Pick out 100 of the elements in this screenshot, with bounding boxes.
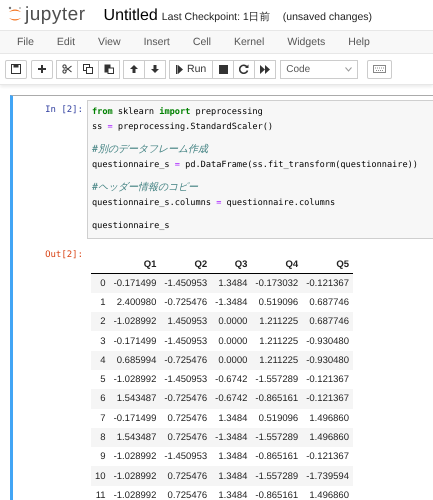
table-cell: 0.725476 <box>160 408 212 428</box>
table-cell: 0.519096 <box>251 408 302 428</box>
table-cell: 1.496860 <box>302 408 353 428</box>
scissors-icon <box>62 64 72 74</box>
add-cell-button[interactable] <box>31 60 53 78</box>
notebook-title[interactable]: Untitled <box>104 0 158 25</box>
code-line: questionnaire_s.columns = questionnaire.columns <box>92 196 336 210</box>
column-header: Q4 <box>251 256 302 273</box>
table-cell: -0.6742 <box>211 370 252 390</box>
restart-button[interactable] <box>233 60 256 78</box>
table-cell: 0.687746 <box>302 292 353 312</box>
row-index: 2 <box>91 312 110 332</box>
table-cell: 1.3484 <box>211 273 252 293</box>
table-cell: 0.725476 <box>160 428 212 448</box>
column-header: Q1 <box>110 256 160 273</box>
table-cell: 1.3484 <box>211 447 252 466</box>
table-cell: -1.450953 <box>160 273 212 293</box>
stop-button[interactable] <box>212 60 234 78</box>
menu-item[interactable]: View <box>98 36 132 48</box>
table-cell: -1.028992 <box>110 370 160 390</box>
table-cell: 0.725476 <box>160 466 212 486</box>
table-cell: -0.171499 <box>110 408 160 428</box>
copy-icon <box>83 64 93 74</box>
save-status: (unsaved changes) <box>282 11 372 23</box>
table-cell: 0.0000 <box>211 312 252 332</box>
table-cell: -1.739594 <box>302 466 353 486</box>
table-cell: -1.557289 <box>251 466 302 486</box>
menu-item[interactable]: Edit <box>56 36 86 48</box>
save-button[interactable] <box>5 60 27 78</box>
move-up-button[interactable] <box>123 60 145 78</box>
table-cell: -1.557289 <box>251 370 302 390</box>
code-line: ss = preprocessing.StandardScaler() <box>92 120 274 134</box>
cut-button[interactable] <box>56 60 78 78</box>
table-cell: 0.685994 <box>110 350 160 370</box>
table-cell: -0.121367 <box>302 447 353 466</box>
cell-type-dropdown[interactable]: Code <box>280 60 358 78</box>
table-cell-text: 1.211225 <box>258 334 300 349</box>
menu-item[interactable]: File <box>17 36 45 48</box>
jupyter-logo[interactable]: jupyter <box>8 4 86 26</box>
table-cell: -0.121367 <box>302 389 353 409</box>
menu-item[interactable]: Widgets <box>287 36 336 48</box>
floppy-icon <box>11 64 21 74</box>
table-cell: 1.496860 <box>302 486 353 500</box>
table-cell: 0.687746 <box>302 312 353 332</box>
table-cell: -0.865161 <box>251 389 302 409</box>
logo-text: jupyter <box>25 4 86 26</box>
table-cell: 0.725476 <box>160 486 212 500</box>
up-arrow-icon <box>129 64 139 74</box>
table-cell: 1.496860 <box>302 428 353 448</box>
notebook-cell[interactable] <box>10 95 433 500</box>
table-cell: -1.3484 <box>211 292 252 312</box>
code-line: questionnaire_s = pd.DataFrame(ss.fit_transform(questionnaire)) <box>92 158 419 172</box>
row-index: 0 <box>91 273 110 293</box>
table-cell: -0.173032 <box>251 273 302 293</box>
down-arrow-icon <box>150 64 160 74</box>
table-cell: 0.519096 <box>251 292 302 312</box>
row-index: 5 <box>91 370 110 390</box>
menu-item[interactable]: Cell <box>192 36 222 48</box>
menu-item[interactable]: Insert <box>144 36 181 48</box>
table-cell: -0.725476 <box>160 350 212 370</box>
table-cell: -0.865161 <box>251 447 302 466</box>
table-cell: -0.725476 <box>160 292 212 312</box>
row-index: 3 <box>99 334 107 349</box>
table-cell: -1.450953 <box>160 447 212 466</box>
table-cell: 1.211225 <box>251 350 302 370</box>
table-cell: 1.450953 <box>160 312 212 332</box>
run-all-button[interactable] <box>254 60 276 78</box>
table-cell: -1.450953 <box>160 370 212 390</box>
output-prompt: Out[2]: <box>44 248 84 262</box>
fast-forward-icon <box>260 64 270 74</box>
table-cell-text: 0.0000 <box>217 334 248 349</box>
copy-button[interactable] <box>77 60 99 78</box>
table-cell: -1.028992 <box>110 312 160 332</box>
table-cell: -0.725476 <box>160 389 212 409</box>
table-cell: -0.6742 <box>211 389 252 409</box>
column-header: Q2 <box>160 256 212 273</box>
keyboard-icon <box>373 65 386 73</box>
menu-item[interactable]: Help <box>348 36 381 48</box>
run-button[interactable]: Run <box>169 60 214 78</box>
table-cell: 1.3484 <box>211 408 252 428</box>
table-cell: -0.865161 <box>251 486 302 500</box>
table-cell: -0.930480 <box>302 350 353 370</box>
keyboard-button[interactable] <box>367 60 392 78</box>
checkpoint-status: Last Checkpoint: 1日前 <box>162 10 271 24</box>
restart-icon <box>239 64 250 74</box>
paste-button[interactable] <box>98 60 120 78</box>
row-index: 7 <box>91 408 110 428</box>
table-cell: 0.0000 <box>211 350 252 370</box>
clipboard-icon <box>104 64 114 74</box>
row-index: 1 <box>91 292 110 312</box>
table-cell: -0.171499 <box>110 273 160 293</box>
menu-item[interactable]: Kernel <box>234 36 276 48</box>
code-line: #別のデータフレーム作成 <box>92 143 210 157</box>
code-line: #ヘッダー情報のコピー <box>92 181 200 195</box>
table-cell: 1.3484 <box>211 466 252 486</box>
move-down-button[interactable] <box>144 60 166 78</box>
table-cell: -1.028992 <box>110 447 160 466</box>
step-icon <box>176 64 184 74</box>
row-index: 8 <box>91 428 110 448</box>
code-editor[interactable] <box>87 100 433 238</box>
